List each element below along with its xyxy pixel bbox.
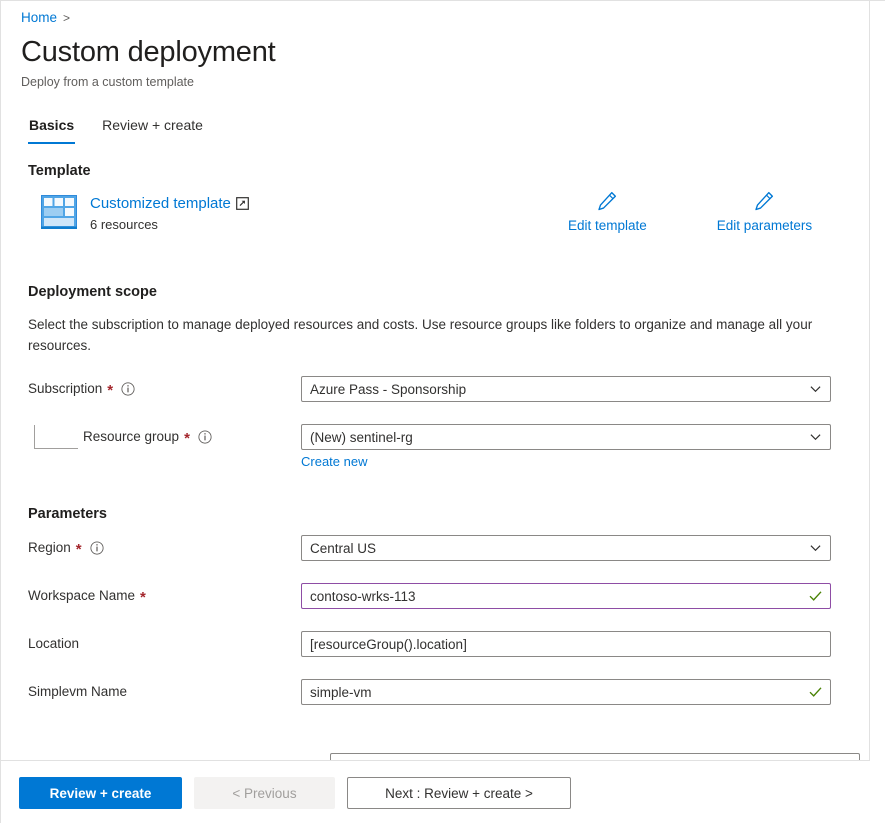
parameters-form: Region * Central US Workspace Name * con… <box>1 535 869 705</box>
edit-template-label: Edit template <box>568 218 647 233</box>
workspace-name-control-wrap: contoso-wrks-113 <box>301 583 831 609</box>
next-parameter-input-clipped[interactable] <box>330 753 860 760</box>
review-create-button[interactable]: Review + create <box>19 777 182 809</box>
region-value: Central US <box>310 540 377 556</box>
region-control-wrap: Central US <box>301 535 831 561</box>
required-indicator: * <box>140 589 146 606</box>
subscription-label: Subscription <box>28 381 103 396</box>
resource-group-label: Resource group <box>83 429 180 444</box>
subscription-dropdown[interactable]: Azure Pass - Sponsorship <box>301 376 831 402</box>
page-title: Custom deployment <box>21 36 276 68</box>
page-subtitle: Deploy from a custom template <box>21 75 194 89</box>
deployment-scope-description: Select the subscription to manage deploy… <box>28 317 813 353</box>
location-control-wrap: [resourceGroup().location] <box>301 631 831 657</box>
workspace-name-label: Workspace Name <box>28 588 136 603</box>
field-row-workspace-name: Workspace Name * contoso-wrks-113 <box>1 583 869 609</box>
simplevm-name-control-wrap: simple-vm <box>301 679 831 705</box>
breadcrumb: Home > <box>21 9 869 27</box>
chevron-down-icon <box>810 434 821 441</box>
section-title-deployment-scope: Deployment scope <box>28 284 157 300</box>
info-icon[interactable] <box>198 430 212 444</box>
resource-group-value: (New) sentinel-rg <box>310 429 413 445</box>
location-label: Location <box>28 636 80 651</box>
resource-group-label-group: Resource group * <box>1 424 301 450</box>
tab-basics[interactable]: Basics <box>28 116 76 144</box>
subscription-value: Azure Pass - Sponsorship <box>310 381 467 397</box>
required-indicator: * <box>75 541 82 558</box>
region-label: Region <box>28 540 71 555</box>
customized-template-label: Customized template <box>90 195 231 212</box>
deployment-scope-form: Subscription * Azure Pass - Sponsorship <box>1 376 869 471</box>
section-title-parameters: Parameters <box>28 506 107 522</box>
tab-review-create[interactable]: Review + create <box>101 116 204 144</box>
simplevm-name-input[interactable]: simple-vm <box>301 679 831 705</box>
location-label-group: Location <box>1 631 301 657</box>
custom-deployment-blade: Home > Custom deployment Deploy from a c… <box>0 0 885 823</box>
valid-check-icon <box>809 687 822 697</box>
field-row-location: Location [resourceGroup().location] <box>1 631 869 657</box>
info-icon[interactable] <box>121 382 135 396</box>
template-resource-count: 6 resources <box>90 217 158 232</box>
tab-list: Basics Review + create <box>28 116 869 144</box>
external-link-icon <box>236 196 249 210</box>
workspace-name-value: contoso-wrks-113 <box>310 588 416 604</box>
field-row-subscription: Subscription * Azure Pass - Sponsorship <box>1 376 869 402</box>
region-dropdown[interactable]: Central US <box>301 535 831 561</box>
simplevm-name-value: simple-vm <box>310 684 372 700</box>
simplevm-name-label-group: Simplevm Name <box>1 679 301 705</box>
pencil-icon <box>755 191 774 211</box>
field-row-region: Region * Central US <box>1 535 869 561</box>
template-edit-actions: Edit template Edit parameters <box>568 190 812 235</box>
location-value: [resourceGroup().location] <box>310 636 467 652</box>
field-row-resource-group: Resource group * (New) sentinel-rg Creat… <box>1 424 869 471</box>
required-indicator: * <box>107 382 114 399</box>
valid-check-icon <box>809 591 822 601</box>
customized-template-link[interactable]: Customized template <box>90 193 249 214</box>
chevron-down-icon <box>810 386 821 393</box>
create-new-resource-group-link[interactable]: Create new <box>301 453 367 471</box>
blade-footer: Review + create < Previous Next : Review… <box>1 763 885 823</box>
edit-parameters-label: Edit parameters <box>716 218 813 233</box>
edit-template-button[interactable]: Edit template <box>568 190 647 235</box>
pencil-icon <box>598 191 617 211</box>
subscription-control-wrap: Azure Pass - Sponsorship <box>301 376 831 402</box>
resource-group-control-wrap: (New) sentinel-rg Create new <box>301 424 831 471</box>
blade-content-scroll-area: Home > Custom deployment Deploy from a c… <box>1 1 870 761</box>
simplevm-name-label: Simplevm Name <box>28 684 128 699</box>
field-row-simplevm-name: Simplevm Name simple-vm <box>1 679 869 705</box>
next-review-create-button[interactable]: Next : Review + create > <box>347 777 571 809</box>
location-input[interactable]: [resourceGroup().location] <box>301 631 831 657</box>
region-label-group: Region * <box>1 535 301 561</box>
section-title-template: Template <box>28 163 91 179</box>
previous-button: < Previous <box>194 777 335 809</box>
resource-group-dropdown[interactable]: (New) sentinel-rg <box>301 424 831 450</box>
template-summary-row: Customized template 6 resources Edit tem… <box>1 190 869 251</box>
info-icon[interactable] <box>90 541 104 555</box>
chevron-right-icon: > <box>63 11 71 25</box>
chevron-down-icon <box>810 545 821 552</box>
workspace-name-label-group: Workspace Name * <box>1 583 301 609</box>
breadcrumb-link-home[interactable]: Home <box>21 9 57 27</box>
edit-parameters-button[interactable]: Edit parameters <box>717 190 812 235</box>
template-grid-icon <box>41 195 77 229</box>
workspace-name-input[interactable]: contoso-wrks-113 <box>301 583 831 609</box>
subscription-label-group: Subscription * <box>1 376 301 402</box>
required-indicator: * <box>184 430 190 447</box>
